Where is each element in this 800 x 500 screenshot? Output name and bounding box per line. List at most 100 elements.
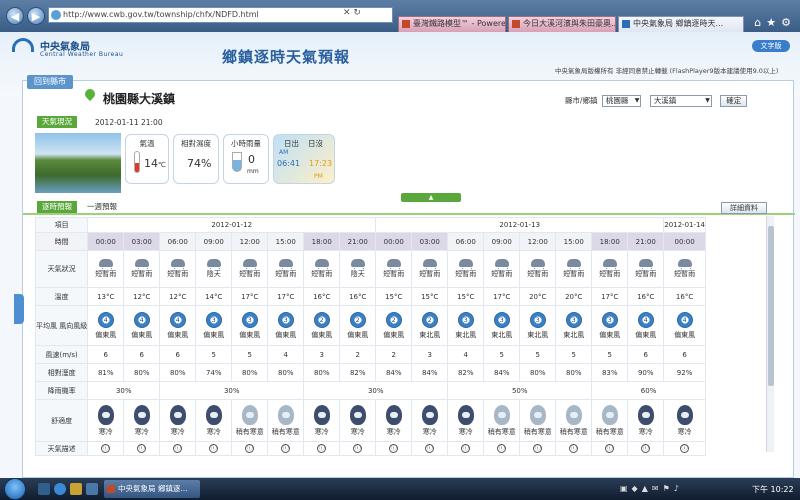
description-cell: ⓘ [195, 441, 233, 456]
taskbar-window-item[interactable]: 中央氣象局 鄉鎮逐... [104, 480, 200, 498]
humidity-cell: 80% [267, 363, 305, 382]
temperature-cell: 15°C [375, 287, 413, 306]
info-icon[interactable]: ⓘ [461, 444, 471, 453]
wind-direction-label: 東北風 [491, 330, 513, 339]
time-cell: 21:00 [339, 232, 377, 251]
wind-cell: 2 偏東風 [339, 305, 377, 346]
tab-hourly-forecast[interactable]: 逐時預報 [37, 201, 77, 213]
rain-cloud-icon [242, 259, 257, 271]
current-humidity: 74% [187, 157, 212, 170]
comfort-face-icon [313, 404, 330, 425]
info-icon[interactable]: ⓘ [425, 444, 435, 453]
weather-label: 短暫雨 [635, 270, 657, 278]
weather-label: 短暫雨 [311, 270, 333, 278]
rain-cloud-icon [170, 259, 185, 271]
wind-cell: 2 東北風 [411, 305, 449, 346]
scrollbar-thumb[interactable] [768, 226, 774, 386]
county-select[interactable]: 桃園縣 [601, 95, 642, 107]
wind-cell: 3 東北風 [555, 305, 593, 346]
address-bar[interactable]: http://www.cwb.gov.tw/township/chfx/NDFD… [48, 7, 393, 23]
row-header: 相對溼度 [35, 363, 89, 382]
humidity-cell: 82% [447, 363, 485, 382]
comfort-cell: 寒冷 [375, 399, 413, 442]
browser-tab-1[interactable]: 臺灣鐵路模型™ - Powere... [398, 16, 506, 32]
start-button[interactable] [4, 478, 26, 500]
temperature-cell: 17°C [267, 287, 305, 306]
wind-direction-icon: 4 [169, 311, 186, 328]
weather-label: 短暫雨 [455, 270, 477, 278]
system-tray[interactable]: ▣◆▲✉⚑♪ [620, 484, 683, 493]
humidity-cell: 84% [375, 363, 413, 382]
info-icon[interactable]: ⓘ [209, 444, 219, 453]
wind-direction-icon: 3 [565, 311, 582, 328]
info-icon[interactable]: ⓘ [101, 444, 111, 453]
weather-cell: 短暫雨 [159, 250, 197, 288]
comfort-label: 寒冷 [206, 427, 221, 436]
show-desktop-icon[interactable] [38, 483, 50, 495]
info-icon[interactable]: ⓘ [245, 444, 255, 453]
browser-tab-3[interactable]: 中央氣象局 鄉鎮逐時天... [618, 16, 744, 32]
home-star-gear-icons[interactable]: ⌂★⚙ [754, 16, 796, 29]
info-icon[interactable]: ⓘ [281, 444, 291, 453]
weather-cell: 短暫雨 [555, 250, 593, 288]
ie-icon[interactable] [54, 483, 66, 495]
switch-windows-icon[interactable] [86, 483, 98, 495]
text-version-button[interactable]: 文字版 [752, 40, 790, 52]
browser-toolbar: ◀ ▶ http://www.cwb.gov.tw/township/chfx/… [0, 0, 800, 32]
time-cell: 12:00 [519, 232, 557, 251]
forward-icon[interactable]: ▶ [27, 7, 45, 25]
vertical-scrollbar[interactable] [766, 216, 774, 452]
folder-icon[interactable] [70, 483, 82, 495]
comfort-label: 寒冷 [677, 427, 692, 436]
refresh-icon[interactable]: ✕ ↻ [343, 8, 361, 18]
wind-speed-cell: 5 [483, 345, 521, 364]
rain-probability-cell: 60% [591, 381, 706, 400]
comfort-cell: 寒冷 [339, 399, 377, 442]
tab-current-weather[interactable]: 天氣現況 [37, 116, 77, 128]
info-icon[interactable]: ⓘ [389, 444, 399, 453]
info-icon[interactable]: ⓘ [569, 444, 579, 453]
info-icon[interactable]: ⓘ [173, 444, 183, 453]
weather-cell: 陰天 [195, 250, 233, 288]
info-icon[interactable]: ⓘ [497, 444, 507, 453]
tab-weekly-forecast[interactable]: 一週預報 [87, 201, 117, 213]
weather-label: 短暫雨 [95, 270, 117, 278]
wind-cell: 4 偏東風 [123, 305, 161, 346]
humidity-cell: 82% [339, 363, 377, 382]
rain-cloud-icon [422, 259, 437, 271]
info-icon[interactable]: ⓘ [641, 444, 651, 453]
info-icon[interactable]: ⓘ [533, 444, 543, 453]
confirm-button[interactable]: 確定 [720, 95, 748, 107]
info-icon[interactable]: ⓘ [353, 444, 363, 453]
township-select[interactable]: 大溪鎮 [649, 95, 712, 107]
comfort-cell: 寒冷 [195, 399, 233, 442]
info-icon[interactable]: ⓘ [317, 444, 327, 453]
table-row: 溫度 13°C 12°C 12°C 14°C 17°C 17°C 16°C 16°C 15°C 15… [35, 287, 706, 306]
detail-data-button[interactable]: 詳細資料 [721, 202, 767, 214]
info-icon[interactable]: ⓘ [605, 444, 615, 453]
table-row: 項目 2012-01-12 2012-01-13 2012-01-14 [35, 217, 706, 233]
selector-label: 縣市/鄉鎮 [565, 96, 598, 105]
browser-tab-2[interactable]: 今日大溪河濱與朱田豪奧... [508, 16, 616, 32]
wind-direction-label: 偏東風 [599, 330, 621, 339]
wind-direction-label: 東北風 [527, 330, 549, 339]
wind-speed-cell: 2 [375, 345, 413, 364]
wind-direction-icon: 3 [457, 311, 474, 328]
weather-cell: 短暫雨 [591, 250, 629, 288]
time-cell: 03:00 [123, 232, 161, 251]
weather-label: 陰天 [206, 270, 221, 278]
comfort-face-icon [493, 404, 510, 425]
comfort-face-icon [601, 404, 618, 425]
weather-cell: 短暫雨 [231, 250, 269, 288]
web-page: 中央氣象局 Central Weather Bureau 鄉鎮逐時天氣預報 文字… [0, 32, 800, 478]
weather-cell: 短暫雨 [483, 250, 521, 288]
back-icon[interactable]: ◀ [6, 7, 24, 25]
weather-label: 短暫雨 [167, 270, 189, 278]
back-to-county-button[interactable]: 回到縣市 [27, 75, 73, 89]
info-icon[interactable]: ⓘ [680, 444, 690, 453]
table-row: 平均風 風向風級 4 偏東風 4 偏東風 4 偏東風 3 偏東風 3 偏東風 3 偏東風 2 偏東風 2 偏東風… [35, 305, 706, 346]
wind-direction-label: 偏東風 [311, 330, 333, 339]
side-panel-handle[interactable] [14, 294, 24, 324]
rain-cloud-icon [638, 259, 653, 271]
info-icon[interactable]: ⓘ [137, 444, 147, 453]
